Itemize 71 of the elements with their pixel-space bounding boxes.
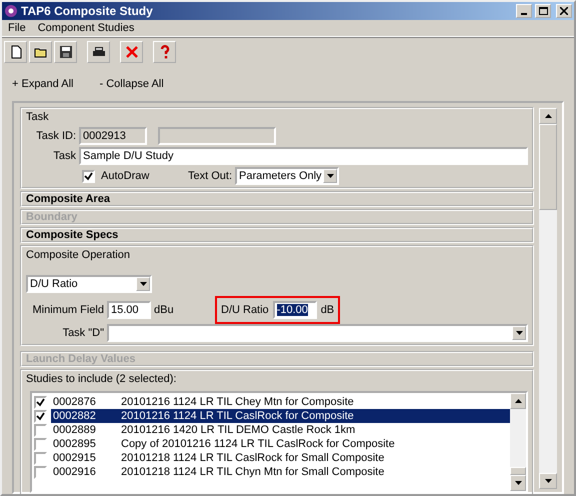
text-out-dropdown[interactable]: Parameters Only xyxy=(235,167,340,185)
toolbar-button[interactable] xyxy=(54,41,77,63)
list-row[interactable]: 0002889 20101216 1420 LR TIL DEMO Castle Rock 1km xyxy=(51,423,510,437)
close-button[interactable] xyxy=(556,4,572,18)
toolbar-button[interactable] xyxy=(4,41,27,63)
down-arrow-icon xyxy=(544,479,552,483)
study-id: 0002889 xyxy=(52,424,97,436)
list-row[interactable]: 0002915 20101218 1124 LR TIL CaslRock for Small Composite xyxy=(51,451,510,465)
du-ratio-field[interactable]: -10.00 xyxy=(272,301,317,319)
scrollbar-thumb[interactable] xyxy=(510,467,526,475)
task-id-field: 0002913 xyxy=(79,127,147,145)
group-title: Composite Operation xyxy=(26,249,131,261)
expand-all-link[interactable]: + Expand All xyxy=(12,78,74,90)
section-header[interactable]: Composite Area xyxy=(20,191,534,207)
close-icon xyxy=(124,44,140,60)
scroll-up-button[interactable] xyxy=(510,393,526,409)
study-id: 0002895 xyxy=(52,438,97,450)
scroll-up-button[interactable] xyxy=(539,108,557,124)
list-row[interactable]: 0002876 20101216 1124 LR TIL Chey Mtn for Composite xyxy=(51,395,510,409)
study-name: 20101218 1124 LR TIL Chyn Mtn for Small Composite xyxy=(121,466,384,478)
toolbar-button[interactable] xyxy=(29,41,52,63)
study-id: 0002916 xyxy=(52,466,97,478)
selected-text: -10.00 xyxy=(276,304,308,316)
maximize-button[interactable] xyxy=(535,4,551,18)
checkbox[interactable] xyxy=(34,396,47,408)
field-label: D/U Ratio xyxy=(221,304,269,316)
section-header[interactable]: Composite Specs xyxy=(20,227,534,243)
minimize-button[interactable] xyxy=(516,4,532,18)
group-title: Studies to include (2 selected): xyxy=(26,373,178,385)
menu-item[interactable]: Component Studies xyxy=(38,22,134,34)
group-title: Task xyxy=(26,111,50,123)
study-name: Copy of 20101216 1124 LR TIL CaslRock for Composite xyxy=(121,438,395,450)
checkbox[interactable] xyxy=(34,410,47,422)
task-field[interactable]: Sample D/U Study xyxy=(79,147,528,165)
collapse-all-link[interactable]: - Collapse All xyxy=(99,78,164,90)
maximize-icon xyxy=(538,7,548,15)
field-label: Task ID: xyxy=(35,130,76,142)
field-label: Task xyxy=(52,150,76,162)
study-id: 0002915 xyxy=(52,452,97,464)
menu-item[interactable]: File xyxy=(8,22,26,34)
unit-label: dBu xyxy=(154,304,175,316)
study-name: 20101218 1124 LR TIL CaslRock for Small Composite xyxy=(121,452,384,464)
study-name: 20101216 1420 LR TIL DEMO Castle Rock 1km xyxy=(121,424,356,436)
checkbox[interactable] xyxy=(82,170,95,182)
scrollbar-thumb[interactable] xyxy=(539,124,557,210)
down-arrow-icon xyxy=(514,481,522,485)
unit-label: dB xyxy=(320,304,334,316)
list-row[interactable]: 0002895 Copy of 20101216 1124 LR TIL CaslRock for Composite xyxy=(51,437,510,451)
field-label: Text Out: xyxy=(188,170,232,182)
close-icon xyxy=(560,7,568,15)
checkbox[interactable] xyxy=(34,424,47,436)
list-row[interactable]: 0002882 20101216 1124 LR TIL CaslRock for Composite xyxy=(51,409,510,423)
up-arrow-icon xyxy=(544,114,552,118)
field-label: Task "D" xyxy=(62,327,104,339)
app-logo-icon xyxy=(4,4,18,18)
study-name: 20101216 1124 LR TIL CaslRock for Composite xyxy=(121,410,354,422)
field-label: Minimum Field xyxy=(31,304,104,316)
toolbar-button[interactable] xyxy=(87,41,110,63)
checkbox[interactable] xyxy=(34,452,47,464)
operation-dropdown[interactable]: D/U Ratio xyxy=(26,275,152,293)
study-id: 0002882 xyxy=(52,410,97,422)
list-row[interactable]: 0002916 20101218 1124 LR TIL Chyn Mtn for Small Composite xyxy=(51,465,510,479)
scroll-down-button[interactable] xyxy=(510,475,526,491)
minimum-field-input[interactable]: 15.00 xyxy=(107,301,151,319)
study-id: 0002876 xyxy=(52,396,97,408)
checkbox-label: AutoDraw xyxy=(101,170,150,182)
up-arrow-icon xyxy=(514,399,522,403)
checkbox[interactable] xyxy=(34,438,47,450)
study-name: 20101216 1124 LR TIL Chey Mtn for Composite xyxy=(121,396,354,408)
scroll-down-button[interactable] xyxy=(539,473,557,489)
window-title: TAP6 Composite Study xyxy=(21,4,154,18)
